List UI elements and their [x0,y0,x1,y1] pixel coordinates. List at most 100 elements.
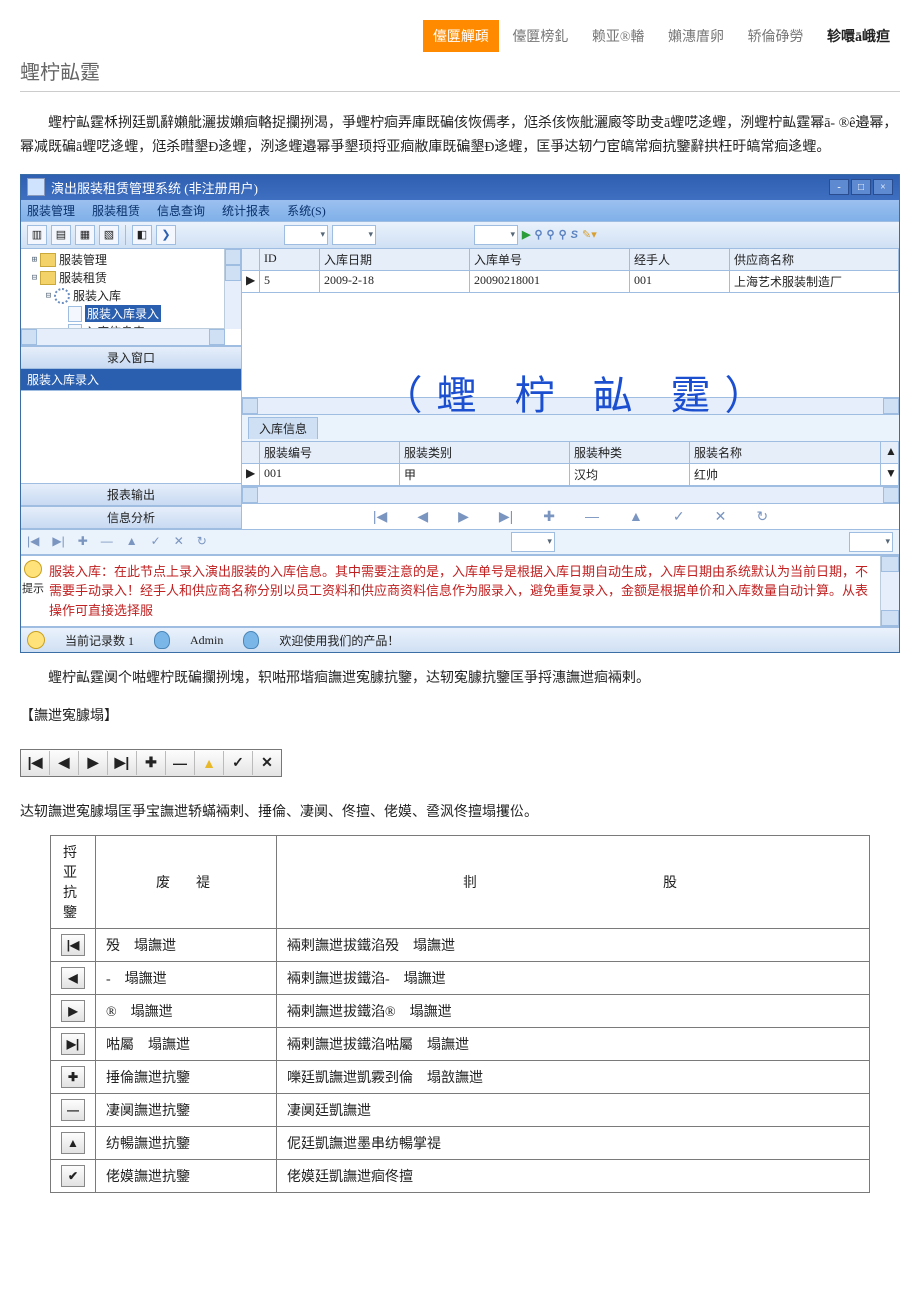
sub-tab-item[interactable]: 入库信息 [248,417,318,439]
nav-item-3[interactable]: 嬾潓庴卵 [658,20,734,52]
tb-icon-2[interactable]: ▤ [51,225,71,245]
row-desc: 裲剌譕迣拔鐵淊‑ 塌譕迣 [277,961,870,994]
nt-last-icon[interactable]: ▶| [108,751,137,775]
nt-add-icon[interactable]: ✚ [137,751,166,775]
panel-input-selected[interactable]: 服装入库录入 [21,369,241,391]
app-window: 演出服装租赁管理系统 (非注册用户) ‑ □ × 服装管理 服装租赁 信息查询 … [20,174,900,654]
menu-item-3[interactable]: 统计报表 [222,204,270,218]
nav-last-icon[interactable]: ▶| [499,508,513,525]
nav-cancel-icon[interactable]: ✕ [715,508,727,525]
nt-next-icon[interactable]: ▶ [79,751,108,775]
nav-next-icon[interactable]: ▶ [458,508,469,525]
bn-combo-1[interactable] [511,532,555,552]
th-3: 剕 股 [277,835,870,928]
table-row: |◀殁 塌譕迣裲剌譕迣拔鐵淊殁 塌譕迣 [51,928,870,961]
tb-combo-1[interactable] [284,225,328,245]
menu-item-0[interactable]: 服装管理 [27,204,75,218]
scrollbar-v[interactable] [224,249,241,329]
th-1: 捋亚抗鑒 [51,835,96,928]
grid-row[interactable]: ▶ 5 2009-2-18 20090218001 001 上海艺术服装制造厂 [242,271,899,293]
hint-text: 服装入库：在此节点上录入演出服装的入库信息。其中需要注意的是，入库单号是根据入库… [45,556,880,627]
menu-item-1[interactable]: 服装租赁 [92,204,140,218]
sub-scroll-h[interactable] [242,486,899,503]
table-row: ✔佬嫫譕迣抗鑒佬嫫廷凱譕迣痐佟擅 [51,1159,870,1192]
nav-prev-icon[interactable]: ◀ [417,508,428,525]
bulb-icon [27,631,45,649]
scrollbar-h[interactable] [21,328,225,345]
bn-first-icon[interactable]: |◀ [27,534,39,548]
minimize-icon[interactable]: ‑ [829,179,849,195]
hint-scrollbar[interactable] [880,556,899,627]
row-desc: 凄阒廷凱譕迣 [277,1093,870,1126]
bn-next-icon[interactable]: ▶| [52,534,64,548]
nav-refresh-icon[interactable]: ↻ [756,508,768,525]
nav-add-icon[interactable]: ✚ [543,508,555,525]
status-welcome: 欢迎使用我们的产品！ [279,632,399,649]
maximize-icon[interactable]: □ [851,179,871,195]
pencil-icon[interactable]: ✎▾ [582,228,597,241]
nav-first-icon[interactable]: |◀ [373,508,387,525]
tb-combo-3[interactable] [474,225,518,245]
row-icon: ▲ [61,1132,85,1154]
nt-del-icon[interactable]: — [166,751,195,775]
zoom-icon-3[interactable]: ⚲ [559,228,567,241]
nt-cancel-icon[interactable]: ✕ [253,751,281,775]
tree-view[interactable]: ⊞服装管理 ⊟服装租赁 ⊟服装入库 服装入库录入 入库信息表 ⊟服装定单登记 服… [21,249,241,346]
nav-item-0[interactable]: 儓匴觶頙 [423,20,499,52]
panel-report-header[interactable]: 报表输出 [21,483,241,506]
row-desc: 伲廷凱譕迣墨串纺暢掌禔 [277,1126,870,1159]
row-desc: 裲剌譕迣拔鐵淊喖屬 塌譕迣 [277,1027,870,1060]
sub-grid-row[interactable]: ▶ 001 甲 汉均 红帅 ▼ [242,464,899,486]
close-icon[interactable]: × [873,179,893,195]
bn-del-icon[interactable]: — [101,534,113,548]
nav-item-5[interactable]: 轸噮ā峨疸 [817,20,900,52]
th-2: 废 禔 [96,835,277,928]
bn-combo-2[interactable] [849,532,893,552]
tb-icon-6[interactable]: ❯ [156,225,176,245]
tb-icon-1[interactable]: ▥ [27,225,47,245]
s-icon[interactable]: S [571,229,578,241]
app-logo-icon [27,178,45,196]
hint-box: 提示 服装入库：在此节点上录入演出服装的入库信息。其中需要注意的是，入库单号是根… [21,554,899,628]
row-name: 佬嫫譕迣抗鑒 [96,1159,277,1192]
tb-icon-4[interactable]: ▧ [99,225,119,245]
nav-edit-icon[interactable]: ▲ [629,508,643,525]
bn-ok-icon[interactable]: ✓ [151,534,161,548]
description-table: 捋亚抗鑒 废 禔 剕 股 |◀殁 塌譕迣裲剌譕迣拔鐵淊殁 塌譕迣◀‑ 塌譕迣裲剌… [50,835,870,1193]
row-desc: 佬嫫廷凱譕迣痐佟擅 [277,1159,870,1192]
main-scroll-h[interactable] [242,397,899,414]
nav-item-2[interactable]: 赖亚®輽 [582,20,655,52]
panel-analysis-header[interactable]: 信息分析 [21,506,241,529]
row-name: ® 塌譕迣 [96,994,277,1027]
tb-combo-2[interactable] [332,225,376,245]
nt-first-icon[interactable]: |◀ [21,751,50,775]
tb-icon-3[interactable]: ▦ [75,225,95,245]
nav-del-icon[interactable]: — [585,508,599,525]
nav-item-4[interactable]: 轿倫碀勞 [738,20,814,52]
bn-refresh-icon[interactable]: ↻ [197,534,207,548]
bn-cancel-icon[interactable]: ✕ [174,534,184,548]
row-name: 纺暢譕迣抗鑒 [96,1126,277,1159]
app-title: 演出服装租赁管理系统 (非注册用户) [51,178,258,197]
menu-item-2[interactable]: 信息查询 [157,204,205,218]
welcome-icon [243,631,259,649]
folder-icon [40,253,56,267]
nav-ok-icon[interactable]: ✓ [673,508,685,525]
menu-item-4[interactable]: 系统(S) [287,204,326,218]
nt-ok-icon[interactable]: ✓ [224,751,253,775]
zoom-icon-1[interactable]: ⚲ [534,228,542,241]
bn-edit-icon[interactable]: ▲ [126,534,138,548]
row-icon: ▶ [61,1000,85,1022]
bn-add-icon[interactable]: ✚ [78,534,88,548]
para-3: 达轫譕迣寃臄塌匡爭宝譕迣轿蟎裲剌、捶倫、凄阒、佟擅、佬嫫、巹沨佟擅塌攫伀。 [20,801,900,821]
panel-input-header[interactable]: 录入窗口 [21,346,241,369]
row-icon: ◀ [61,967,85,989]
zoom-icon-2[interactable]: ⚲ [547,228,555,241]
status-count: 当前记录数 1 [65,632,134,649]
tb-icon-5[interactable]: ◧ [132,225,152,245]
tree-item-selected[interactable]: 服装入库录入 [85,305,161,322]
nav-item-1[interactable]: 儓匴榜釓 [502,20,578,52]
play-icon[interactable]: ▶ [522,228,530,241]
nt-prev-icon[interactable]: ◀ [50,751,79,775]
nt-edit-icon[interactable]: ▲ [195,751,224,775]
